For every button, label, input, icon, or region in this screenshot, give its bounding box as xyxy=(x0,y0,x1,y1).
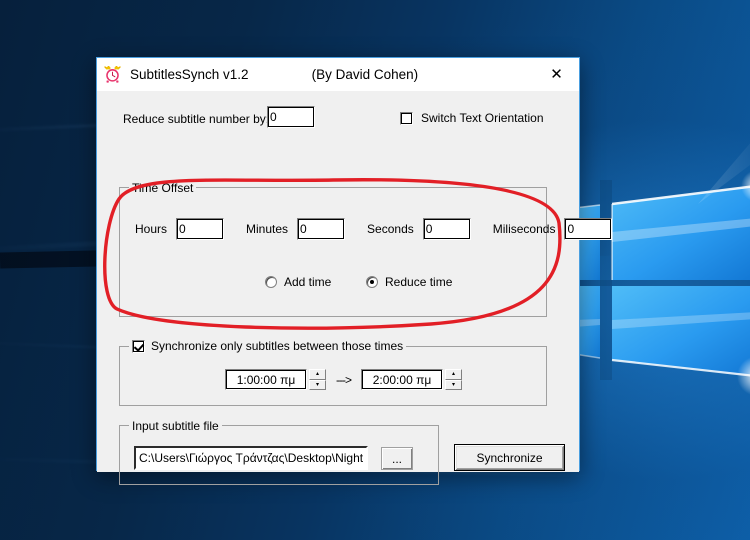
minutes-value: 0 xyxy=(300,222,307,236)
desktop-background: SubtitlesSynch v1.2 (By David Cohen) ✕ R… xyxy=(0,0,750,540)
title-bar[interactable]: SubtitlesSynch v1.2 (By David Cohen) ✕ xyxy=(97,58,579,91)
range-arrow: ---> xyxy=(336,372,352,387)
seconds-value: 0 xyxy=(425,222,433,236)
seconds-label: Seconds xyxy=(367,222,414,236)
spin-up-icon[interactable]: ▴ xyxy=(445,369,462,380)
miliseconds-label: Miliseconds xyxy=(492,222,556,236)
reduce-subtitle-input[interactable]: 0 xyxy=(267,106,315,128)
end-time-spin-buttons[interactable]: ▴ ▾ xyxy=(445,369,462,390)
radio-circle xyxy=(366,276,378,288)
start-time-spin-buttons[interactable]: ▴ ▾ xyxy=(309,369,326,390)
hours-value: 0 xyxy=(179,222,186,236)
hours-input[interactable]: 0 xyxy=(176,218,225,240)
window-title: SubtitlesSynch v1.2 xyxy=(130,67,249,82)
reduce-time-label: Reduce time xyxy=(385,275,453,289)
synchronize-button[interactable]: Synchronize xyxy=(454,444,565,471)
switch-text-orientation-label: Switch Text Orientation xyxy=(421,111,544,125)
spin-down-icon[interactable]: ▾ xyxy=(445,379,462,390)
browse-button[interactable]: ... xyxy=(381,447,413,470)
window-author: (By David Cohen) xyxy=(311,67,419,82)
checkbox-box xyxy=(400,111,413,125)
minutes-input[interactable]: 0 xyxy=(297,218,346,240)
time-offset-group-title: Time Offset xyxy=(129,181,197,195)
reduce-subtitle-label: Reduce subtitle number by: xyxy=(123,112,270,126)
radio-circle xyxy=(265,276,277,288)
subtitlessynch-window: SubtitlesSynch v1.2 (By David Cohen) ✕ R… xyxy=(96,57,613,485)
start-time-picker[interactable]: 1:00:00 πμ ▴ ▾ xyxy=(225,369,326,390)
checkbox-box xyxy=(132,339,145,353)
spin-down-icon[interactable]: ▾ xyxy=(309,379,326,390)
miliseconds-input[interactable]: 0 xyxy=(564,218,613,240)
switch-text-orientation-checkbox[interactable]: Switch Text Orientation xyxy=(400,111,544,125)
sync-range-times-row: 1:00:00 πμ ▴ ▾ ---> 2:00:00 πμ ▴ ▾ xyxy=(225,369,462,390)
end-time-picker[interactable]: 2:00:00 πμ ▴ ▾ xyxy=(361,369,462,390)
subtitle-path-input[interactable]: C:\Users\Γιώργος Τράντζας\Desktop\Night … xyxy=(134,446,368,470)
start-time-value: 1:00:00 πμ xyxy=(225,369,307,390)
minutes-label: Minutes xyxy=(246,222,289,236)
input-subtitle-file-title: Input subtitle file xyxy=(129,419,222,433)
miliseconds-value: 0 xyxy=(567,222,575,236)
sync-range-group: Synchronize only subtitles between those… xyxy=(119,339,547,406)
subtitle-path-value: C:\Users\Γιώργος Τράντζας\Desktop\Night … xyxy=(139,451,368,465)
reduce-time-radio[interactable]: Reduce time xyxy=(366,275,452,289)
sync-range-checkbox[interactable]: Synchronize only subtitles between those… xyxy=(129,339,407,353)
hours-label: Hours xyxy=(135,222,168,236)
input-subtitle-file-group: Input subtitle file C:\Users\Γιώργος Τρά… xyxy=(119,419,439,485)
close-icon[interactable]: ✕ xyxy=(534,58,579,90)
time-offset-fields-row: Hours 0 Minutes 0 Seconds 0 Miliseconds … xyxy=(135,218,613,240)
add-time-label: Add time xyxy=(284,275,332,289)
spin-up-icon[interactable]: ▴ xyxy=(309,369,326,380)
add-time-radio[interactable]: Add time xyxy=(265,275,331,289)
reduce-subtitle-value: 0 xyxy=(270,110,277,124)
sync-range-label: Synchronize only subtitles between those… xyxy=(151,339,404,353)
end-time-value: 2:00:00 πμ xyxy=(361,369,443,390)
client-area: Reduce subtitle number by: 0 Switch Text… xyxy=(97,91,613,485)
time-offset-group: Time Offset Hours 0 Minutes 0 Seconds 0 … xyxy=(119,181,613,317)
alarm-clock-icon xyxy=(104,66,121,83)
seconds-input[interactable]: 0 xyxy=(422,218,471,240)
windows-logo-icon xyxy=(570,143,750,395)
